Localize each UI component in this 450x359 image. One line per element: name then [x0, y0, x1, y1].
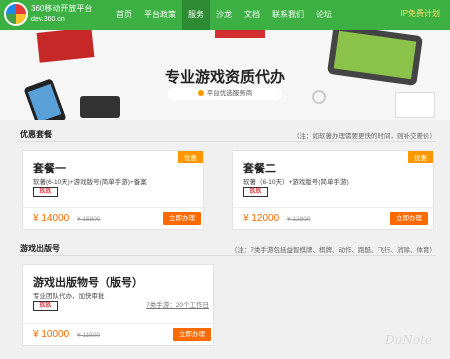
provider-logo: 玖玖 — [33, 187, 58, 197]
license-section-header: 游戏出版号 （注：7类手游包括益智棋牌、棋牌、动作、跑酷、飞行、消除、体育） — [20, 242, 436, 256]
package-name: 套餐二 — [243, 163, 276, 175]
earphones-image — [312, 90, 326, 104]
packages-section-note: （注：如软著办理需要更快的时间，则补交差价） — [293, 133, 436, 140]
card-footer: ¥ 12000 ¥ 12800 立即办理 — [233, 207, 433, 229]
packages-section-header: 优惠套餐 （注：如软著办理需要更快的时间，则补交差价） — [20, 128, 436, 142]
license-card[interactable]: 游戏出版物号（版号） 专业团队代办，加快审批 玖玖 7类手游：20个工作日 ¥ … — [22, 264, 214, 346]
packages-section-title: 优惠套餐 — [20, 130, 52, 139]
notebook-image — [36, 30, 95, 63]
original-price: ¥ 12800 — [287, 216, 311, 223]
logo-icon[interactable] — [4, 2, 28, 26]
processing-time: 7类手游：20个工作日 — [146, 302, 209, 309]
main-nav: 首页 平台政策 服务 沙龙 文档 联系我们 论坛 — [110, 0, 338, 30]
buy-now-button[interactable]: 立即办理 — [173, 328, 211, 341]
brand[interactable]: 360移动开放平台 dev.360.cn — [31, 3, 92, 25]
card-footer: ¥ 14000 ¥ 15800 立即办理 — [23, 207, 203, 229]
nav-item-forum[interactable]: 论坛 — [310, 0, 338, 30]
nav-item-contact[interactable]: 联系我们 — [266, 0, 310, 30]
device-image — [80, 96, 120, 118]
price: ¥ 10000 — [33, 329, 70, 340]
original-price: ¥ 11500 — [77, 332, 101, 339]
price: ¥ 14000 — [33, 213, 70, 224]
package-card-2[interactable]: 优惠 套餐二 软著（6-10天）+游戏版号(简单手游) 玖玖 ¥ 12000 ¥… — [232, 150, 434, 230]
nav-item-salon[interactable]: 沙龙 — [210, 0, 238, 30]
license-name: 游戏出版物号（版号） — [33, 277, 143, 289]
card-footer: ¥ 10000 ¥ 11500 立即办理 — [23, 323, 213, 345]
package-description: 软著(6-10天)+游戏版号(简单手游)+备案 — [33, 179, 147, 186]
page-title: 专业游戏资质代办 — [164, 69, 285, 86]
brand-name: 360移动开放平台 — [31, 4, 93, 13]
discount-tag: 优惠 — [178, 151, 203, 163]
brand-domain: dev.360.cn — [31, 16, 65, 23]
nav-item-policy[interactable]: 平台政策 — [138, 0, 182, 30]
license-description: 专业团队代办，加快审批 — [33, 293, 105, 300]
watermark: DuNote — [385, 333, 432, 347]
package-description: 软著（6-10天）+游戏版号(简单手游) — [243, 179, 349, 186]
card-image — [395, 92, 435, 118]
nav-item-home[interactable]: 首页 — [110, 0, 138, 30]
provider-logo: 玖玖 — [243, 187, 268, 197]
hero-banner: 专业游戏资质代办 平台优选服务商 — [0, 30, 450, 120]
package-card-1[interactable]: 优惠 套餐一 软著(6-10天)+游戏版号(简单手游)+备案 玖玖 ¥ 1400… — [22, 150, 204, 230]
red-object-image — [215, 30, 265, 38]
buy-now-button[interactable]: 立即办理 — [390, 212, 428, 225]
buy-now-button[interactable]: 立即办理 — [163, 212, 201, 225]
license-section-title: 游戏出版号 — [20, 244, 60, 253]
ip-free-plan-link[interactable]: IP免费计划 — [400, 8, 440, 19]
provider-badge-label: 平台优选服务商 — [206, 90, 253, 97]
original-price: ¥ 15800 — [77, 216, 101, 223]
discount-tag: 优惠 — [408, 151, 433, 163]
price: ¥ 12000 — [243, 213, 280, 224]
package-name: 套餐一 — [33, 163, 66, 175]
license-section-note: （注：7类手游包括益智棋牌、棋牌、动作、跑酷、飞行、消除、体育） — [230, 247, 436, 254]
top-nav-bar: 360移动开放平台 dev.360.cn 首页 平台政策 服务 沙龙 文档 联系… — [0, 0, 450, 30]
nav-item-services[interactable]: 服务 — [182, 0, 210, 30]
provider-logo: 玖玖 — [33, 301, 58, 311]
provider-badge: 平台优选服务商 — [168, 88, 282, 100]
nav-item-docs[interactable]: 文档 — [238, 0, 266, 30]
badge-dot-icon — [197, 90, 204, 96]
